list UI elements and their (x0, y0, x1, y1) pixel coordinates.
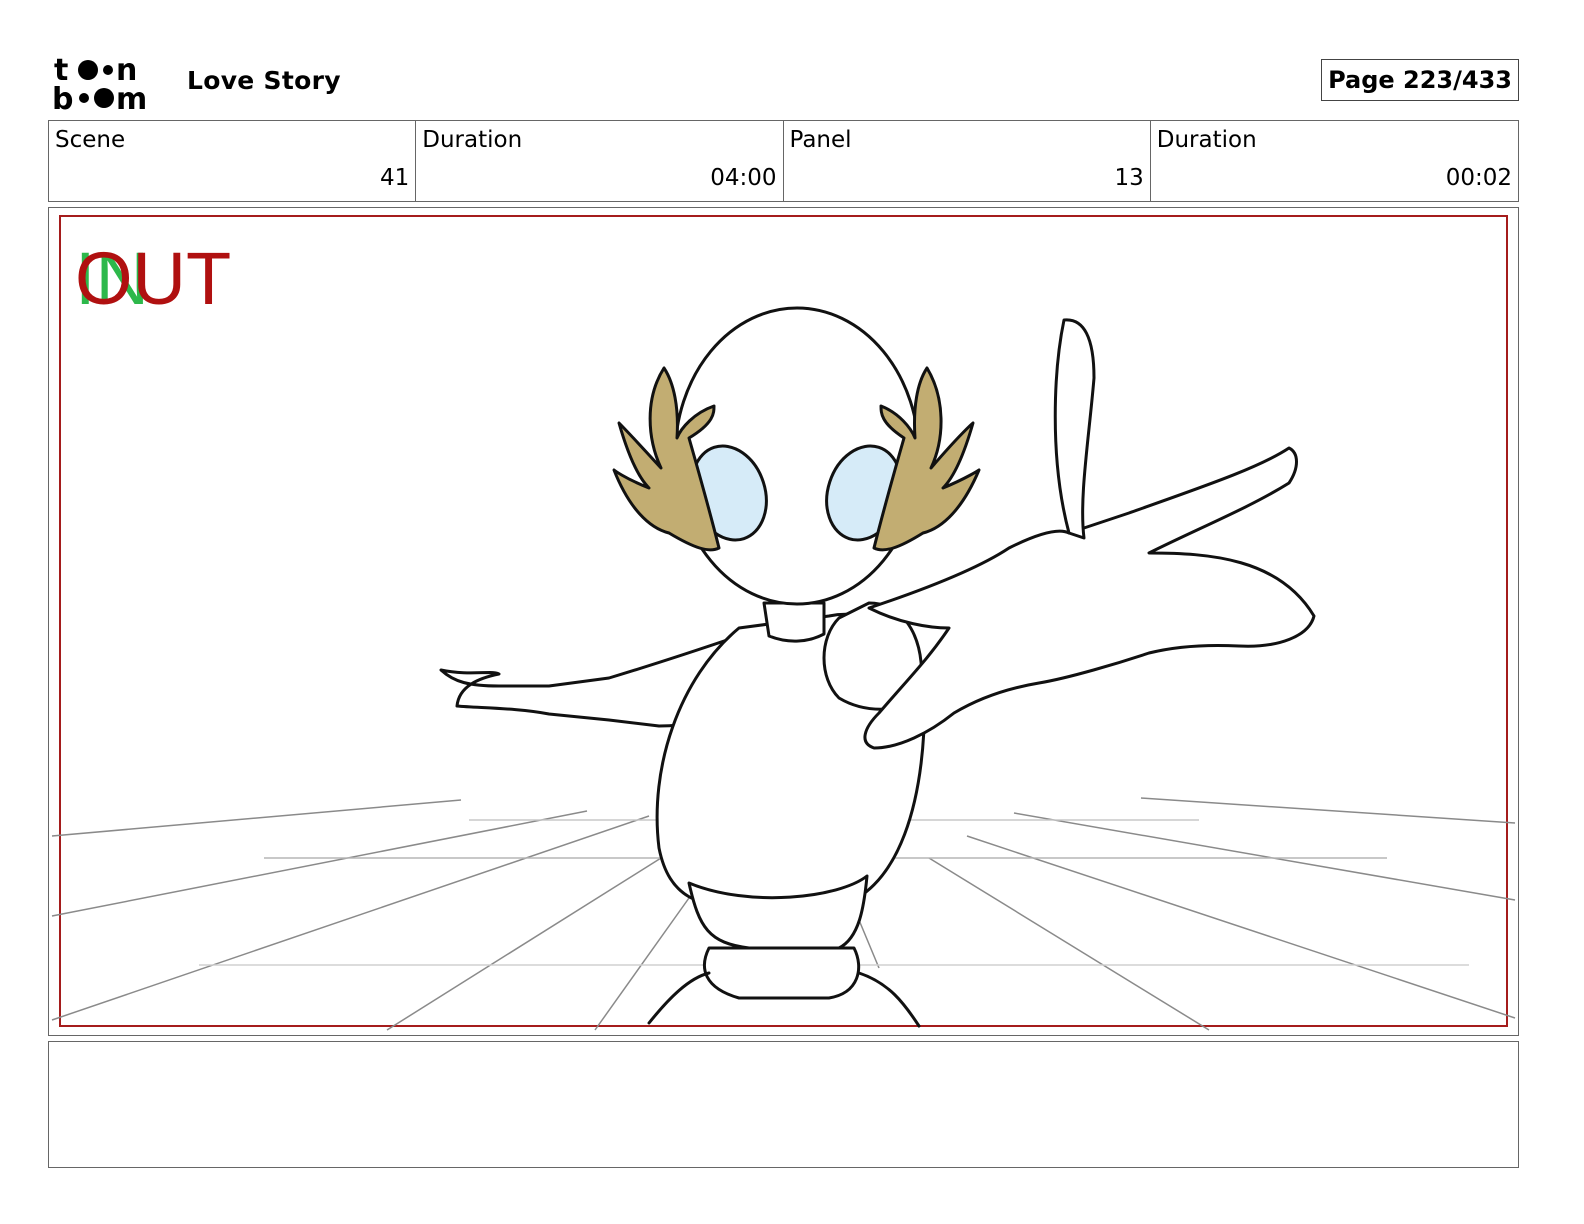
page-number: Page 223/433 (1321, 59, 1519, 101)
scene-duration-label: Duration (422, 127, 523, 153)
scene-duration-cell: Duration 04:00 (416, 121, 784, 201)
scene-value: 41 (379, 165, 410, 191)
logo-mark: t n b m (52, 53, 147, 117)
logo-dot (78, 60, 98, 80)
panel-artwork: IN OUT (51, 215, 1516, 1031)
panel-duration-label: Duration (1156, 127, 1257, 153)
logo-dot (103, 65, 113, 75)
scene-cell: Scene 41 (49, 121, 417, 201)
project-title: Love Story (187, 66, 341, 95)
panel-value: 13 (1114, 165, 1144, 191)
neck (762, 601, 826, 643)
scene-info-table: Scene 41 Duration 04:00 Panel 13 Duratio… (48, 120, 1519, 202)
panel-duration-value: 00:02 (1445, 165, 1512, 191)
out-marker: OUT (75, 237, 231, 320)
panel-notes-text (49, 1042, 1518, 1058)
hips (703, 946, 861, 1000)
page-number-label: Page 223/433 (1328, 66, 1512, 94)
panel-cell: Panel 13 (784, 121, 1151, 201)
storyboard-panel: IN OUT (48, 207, 1519, 1036)
logo-letter-b: b (52, 82, 73, 112)
toonboom-logo: t n b m (52, 52, 164, 117)
logo-dot (79, 93, 89, 103)
raised-finger (1053, 318, 1096, 540)
panel-label: Panel (789, 127, 852, 153)
character-drawing (439, 306, 1316, 1028)
logo-letter-m: m (116, 82, 147, 112)
panel-notes-box[interactable] (48, 1041, 1519, 1168)
logo-dot (94, 88, 114, 108)
scene-label: Scene (55, 127, 126, 153)
scene-duration-value: 04:00 (710, 165, 777, 191)
panel-duration-cell: Duration 00:02 (1151, 121, 1518, 201)
